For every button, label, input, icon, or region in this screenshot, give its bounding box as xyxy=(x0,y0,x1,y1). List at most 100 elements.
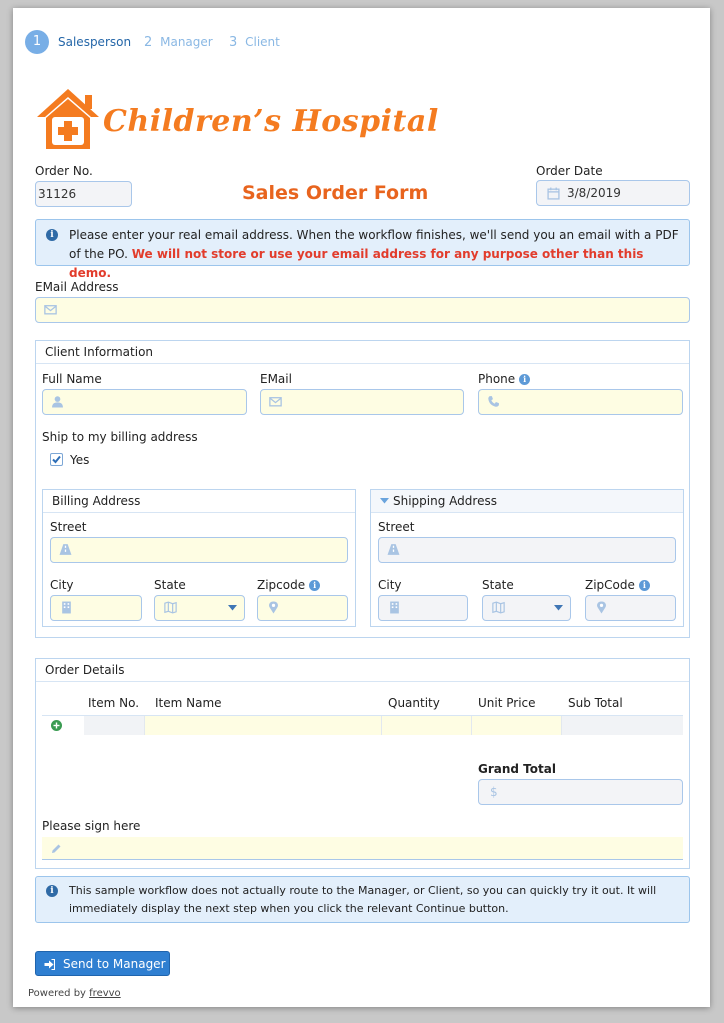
plus-icon xyxy=(53,722,60,729)
email-notice-text: Please enter your real email address. Wh… xyxy=(69,226,679,283)
unit-price-cell[interactable] xyxy=(472,716,562,735)
column-header-item-name: Item Name xyxy=(155,696,222,710)
ship-to-billing-checkbox[interactable] xyxy=(50,453,63,466)
form-title: Sales Order Form xyxy=(242,182,429,204)
grand-total-label: Grand Total xyxy=(478,762,556,776)
phone-label-text: Phone xyxy=(478,372,516,386)
billing-street-label: Street xyxy=(50,520,87,534)
step-3-number: 3 xyxy=(229,35,238,50)
client-email-label: EMail xyxy=(260,372,292,386)
billing-zipcode-input[interactable] xyxy=(257,595,348,621)
shipping-address-header[interactable]: Shipping Address xyxy=(371,490,683,513)
signature-pad[interactable] xyxy=(42,837,683,860)
table-row xyxy=(42,716,683,735)
add-row-button[interactable] xyxy=(51,720,62,731)
phone-label: Phone i xyxy=(478,372,531,386)
info-icon[interactable]: i xyxy=(638,580,650,591)
order-details-panel: Order Details Item No. Item Name Quantit… xyxy=(35,658,690,869)
workflow-notice: i This sample workflow does not actually… xyxy=(35,876,690,923)
checkmark-icon xyxy=(52,455,61,464)
step-1-label: Salesperson xyxy=(58,35,132,49)
location-pin-icon xyxy=(596,601,607,614)
billing-state-label: State xyxy=(154,578,186,592)
shipping-state-select[interactable] xyxy=(482,595,571,621)
client-information-panel: Client Information Full Name EMail Phone… xyxy=(35,340,690,638)
info-icon[interactable]: i xyxy=(519,374,531,385)
order-items-table: Item No. Item Name Quantity Unit Price S… xyxy=(42,695,683,735)
step-1-number-badge: 1 xyxy=(25,30,49,54)
pencil-icon xyxy=(52,844,61,853)
column-header-item-no: Item No. xyxy=(88,696,140,710)
location-pin-icon xyxy=(268,601,279,614)
billing-zipcode-label-text: Zipcode xyxy=(257,578,306,592)
order-date-field[interactable]: 3/8/2019 xyxy=(536,180,690,206)
column-header-unit-price: Unit Price xyxy=(478,696,536,710)
chevron-down-icon xyxy=(228,605,237,611)
email-address-input[interactable] xyxy=(35,297,690,323)
full-name-label: Full Name xyxy=(42,372,102,386)
table-header-row: Item No. Item Name Quantity Unit Price S… xyxy=(42,695,683,716)
email-notice: i Please enter your real email address. … xyxy=(35,219,690,280)
info-icon[interactable]: i xyxy=(309,580,321,591)
step-2-label: Manager xyxy=(160,35,213,49)
shipping-state-label: State xyxy=(482,578,514,592)
shipping-street-input[interactable] xyxy=(378,537,676,563)
client-email-input[interactable] xyxy=(260,389,464,415)
ship-to-billing-label: Ship to my billing address xyxy=(42,430,198,444)
road-icon xyxy=(387,544,400,555)
billing-city-label: City xyxy=(50,578,74,592)
envelope-icon xyxy=(269,397,282,407)
shipping-city-input[interactable] xyxy=(378,595,468,621)
shipping-street-label: Street xyxy=(378,520,415,534)
order-date-value: 3/8/2019 xyxy=(567,186,621,200)
frevvo-link[interactable]: frevvo xyxy=(89,988,121,999)
powered-by-text: Powered by xyxy=(28,988,86,999)
workflow-notice-text: This sample workflow does not actually r… xyxy=(69,884,657,915)
billing-address-panel: Billing Address Street City State Zipcod… xyxy=(42,489,356,627)
dollar-icon: $ xyxy=(490,785,498,799)
phone-icon xyxy=(488,396,499,407)
order-no-label: Order No. xyxy=(35,164,93,178)
quantity-cell[interactable] xyxy=(382,716,472,735)
step-3[interactable]: 3 Client xyxy=(229,35,280,50)
step-3-label: Client xyxy=(245,35,280,49)
item-no-cell[interactable] xyxy=(84,716,145,735)
item-name-cell[interactable] xyxy=(145,716,382,735)
send-icon xyxy=(44,959,55,970)
full-name-input[interactable] xyxy=(42,389,247,415)
shipping-address-panel: Shipping Address Street City State ZipCo… xyxy=(370,489,684,627)
step-2[interactable]: 2 Manager xyxy=(144,35,213,50)
client-information-header: Client Information xyxy=(36,341,689,364)
shipping-city-label: City xyxy=(378,578,402,592)
hospital-logo-icon xyxy=(37,89,99,149)
map-icon xyxy=(492,601,505,614)
form-page: 1 Salesperson 2 Manager 3 Client Childre… xyxy=(13,8,710,1007)
map-icon xyxy=(164,601,177,614)
sub-total-cell xyxy=(562,716,683,735)
billing-street-input[interactable] xyxy=(50,537,348,563)
order-no-field[interactable]: 31126 xyxy=(35,181,132,207)
billing-address-header: Billing Address xyxy=(43,490,355,513)
chevron-down-icon xyxy=(554,605,563,611)
info-icon: i xyxy=(46,885,58,897)
road-icon xyxy=(59,544,72,555)
email-notice-emphasis: We will not store or use your email addr… xyxy=(69,247,644,280)
powered-by: Powered by frevvo xyxy=(28,988,121,999)
email-address-label: EMail Address xyxy=(35,280,119,294)
send-to-manager-button[interactable]: Send to Manager xyxy=(35,951,170,976)
billing-state-select[interactable] xyxy=(154,595,245,621)
building-icon xyxy=(62,601,71,614)
shipping-zipcode-input[interactable] xyxy=(585,595,676,621)
envelope-icon xyxy=(44,305,57,315)
order-no-value: 31126 xyxy=(38,187,77,201)
shipping-zipcode-label-text: ZipCode xyxy=(585,578,635,592)
shipping-address-title: Shipping Address xyxy=(393,494,497,508)
billing-address-title: Billing Address xyxy=(52,494,141,508)
phone-input[interactable] xyxy=(478,389,683,415)
order-date-label: Order Date xyxy=(536,164,603,178)
billing-city-input[interactable] xyxy=(50,595,142,621)
signature-label: Please sign here xyxy=(42,819,141,833)
client-information-title: Client Information xyxy=(45,345,154,359)
info-icon: i xyxy=(46,229,58,241)
user-icon xyxy=(52,396,63,408)
